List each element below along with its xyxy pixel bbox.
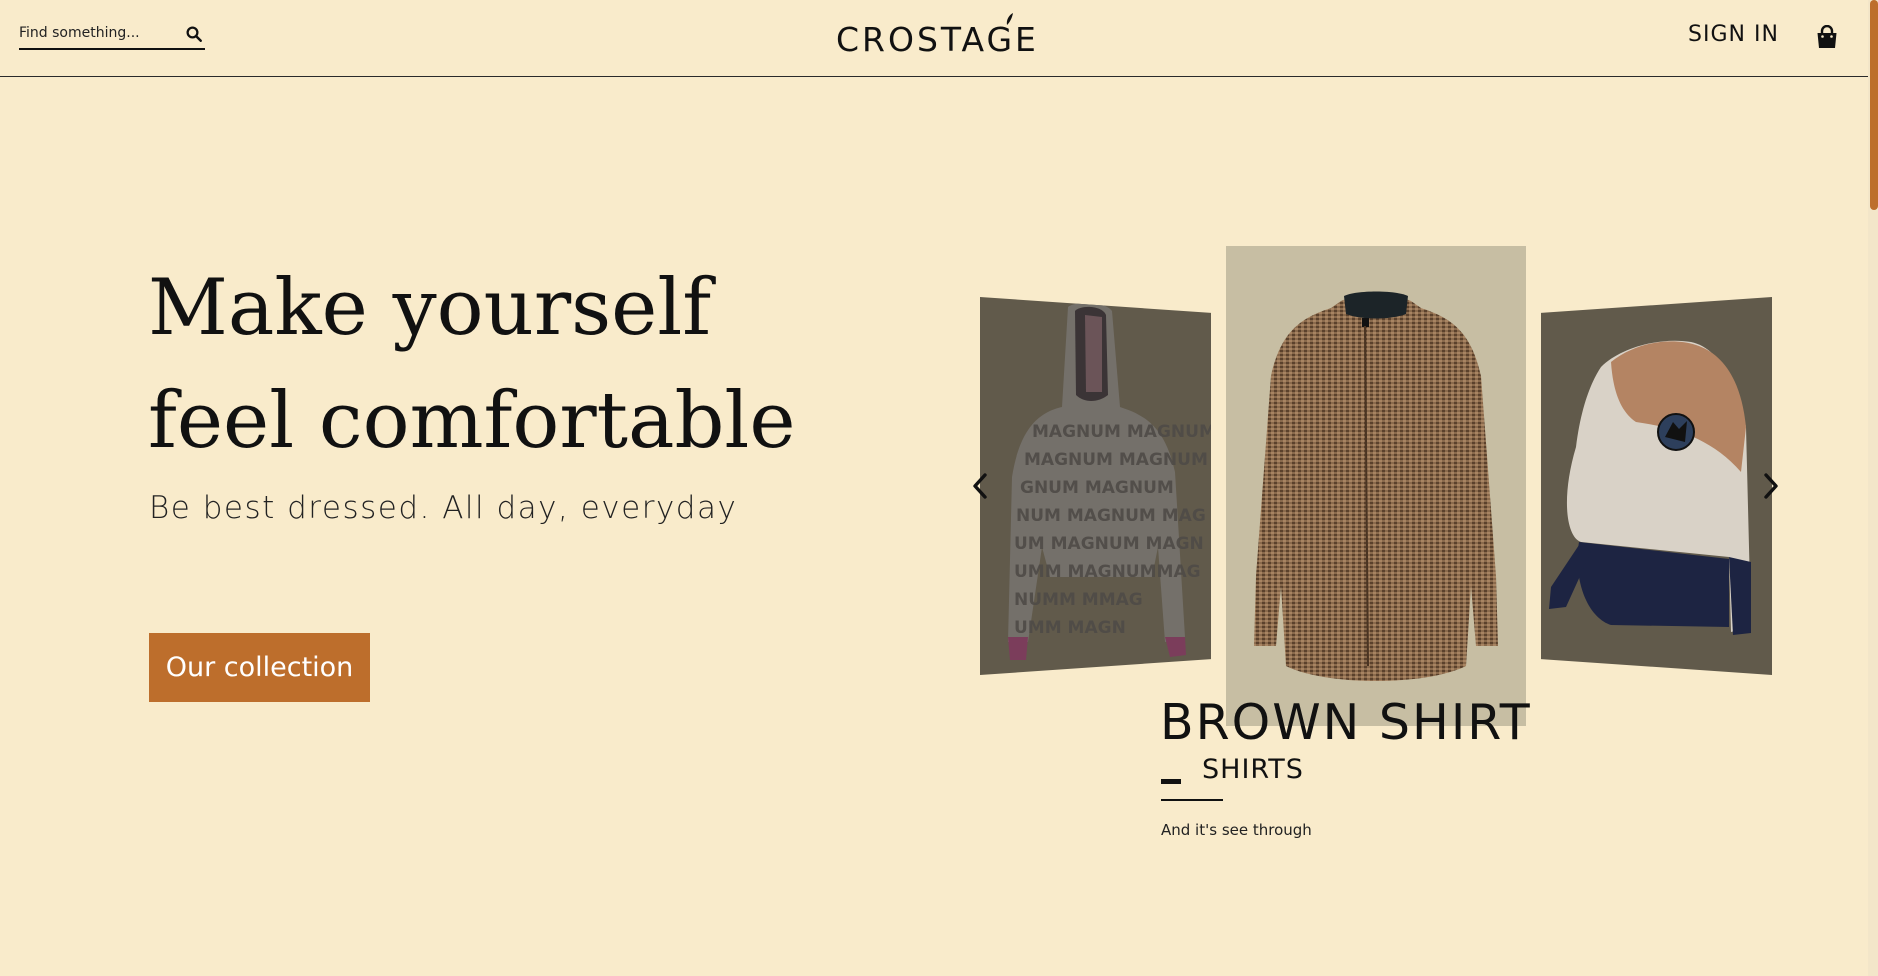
our-collection-button[interactable]: Our collection	[149, 633, 370, 702]
page-scrollbar[interactable]	[1868, 0, 1878, 976]
carousel-card-prev[interactable]: MAGNUM MAGNUM MAGNUM MAGNUM GNUM MAGNUM …	[980, 297, 1211, 675]
scrollbar-thumb[interactable]	[1870, 0, 1878, 210]
site-header: CROSTAGE SIGN IN	[0, 0, 1868, 77]
chevron-right-icon[interactable]	[1760, 471, 1782, 501]
colorblock-hoodie-image	[1549, 340, 1751, 635]
product-category: SHIRTS	[1202, 754, 1304, 785]
page: CROSTAGE SIGN IN Make yourself feel comf…	[0, 0, 1868, 976]
brown-shirt-image	[1254, 291, 1498, 681]
svg-text:UMM MAGNUMMAG: UMM MAGNUMMAG	[1014, 562, 1201, 582]
svg-text:NUM MAGNUM MAG: NUM MAGNUM MAG	[1016, 506, 1206, 526]
svg-text:GNUM MAGNUM: GNUM MAGNUM	[1020, 478, 1174, 498]
search-icon[interactable]	[185, 25, 203, 43]
hero-subtitle: Be best dressed. All day, everyday	[149, 490, 738, 526]
svg-text:MAGNUM MAGNUM: MAGNUM MAGNUM	[1032, 422, 1211, 442]
search-bar	[19, 20, 205, 50]
product-divider	[1161, 799, 1223, 801]
svg-text:NUMM MMAG: NUMM MMAG	[1014, 590, 1143, 610]
product-dash	[1161, 779, 1181, 784]
sign-in-link[interactable]: SIGN IN	[1688, 22, 1779, 47]
hero-title: Make yourself feel comfortable	[148, 263, 796, 466]
carousel-card-current[interactable]	[1226, 246, 1526, 726]
svg-text:MAGNUM MAGNUM: MAGNUM MAGNUM	[1024, 450, 1208, 470]
search-input[interactable]	[19, 23, 169, 43]
shopping-bag-icon[interactable]	[1816, 25, 1838, 49]
carousel-card-next[interactable]	[1541, 297, 1772, 675]
chevron-left-icon[interactable]	[969, 471, 991, 501]
product-description: And it's see through	[1161, 821, 1312, 839]
leaf-icon	[1006, 13, 1013, 25]
brand-logo[interactable]: CROSTAGE	[836, 13, 1038, 62]
product-name: BROWN SHIRT	[1160, 694, 1532, 751]
svg-text:UMM MAGN: UMM MAGN	[1014, 618, 1126, 638]
hoodie-image: MAGNUM MAGNUM MAGNUM MAGNUM GNUM MAGNUM …	[1008, 302, 1211, 660]
svg-text:UM MAGNUM MAGN: UM MAGNUM MAGN	[1014, 534, 1204, 554]
